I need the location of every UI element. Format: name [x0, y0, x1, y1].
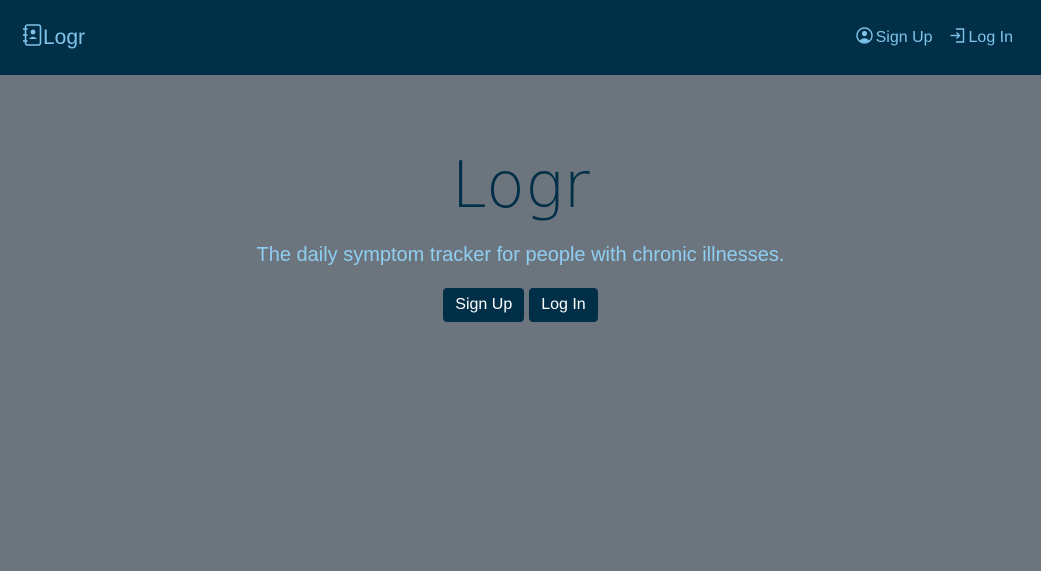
brand-link[interactable]: Logr	[22, 23, 86, 52]
journal-icon	[22, 23, 43, 52]
hero-section: Logr The daily symptom tracker for peopl…	[0, 150, 1041, 322]
nav-log-in-label: Log In	[968, 28, 1013, 46]
log-in-button[interactable]: Log In	[529, 288, 598, 322]
nav-sign-up-link[interactable]: Sign Up	[855, 26, 933, 49]
nav-log-in-link[interactable]: Log In	[949, 27, 1013, 49]
nav-sign-up-label: Sign Up	[875, 28, 933, 46]
hero-button-row: Sign Up Log In	[0, 288, 1041, 322]
sign-up-button[interactable]: Sign Up	[443, 288, 525, 322]
login-icon	[949, 27, 969, 49]
hero-subtitle: The daily symptom tracker for people wit…	[256, 244, 785, 266]
nav-links: Sign Up Log In	[840, 26, 1013, 49]
hero-title: Logr	[451, 149, 590, 223]
user-circle-icon	[855, 26, 876, 49]
brand-label: Logr	[43, 25, 86, 49]
navbar: Logr Sign Up Log In	[0, 0, 1041, 75]
